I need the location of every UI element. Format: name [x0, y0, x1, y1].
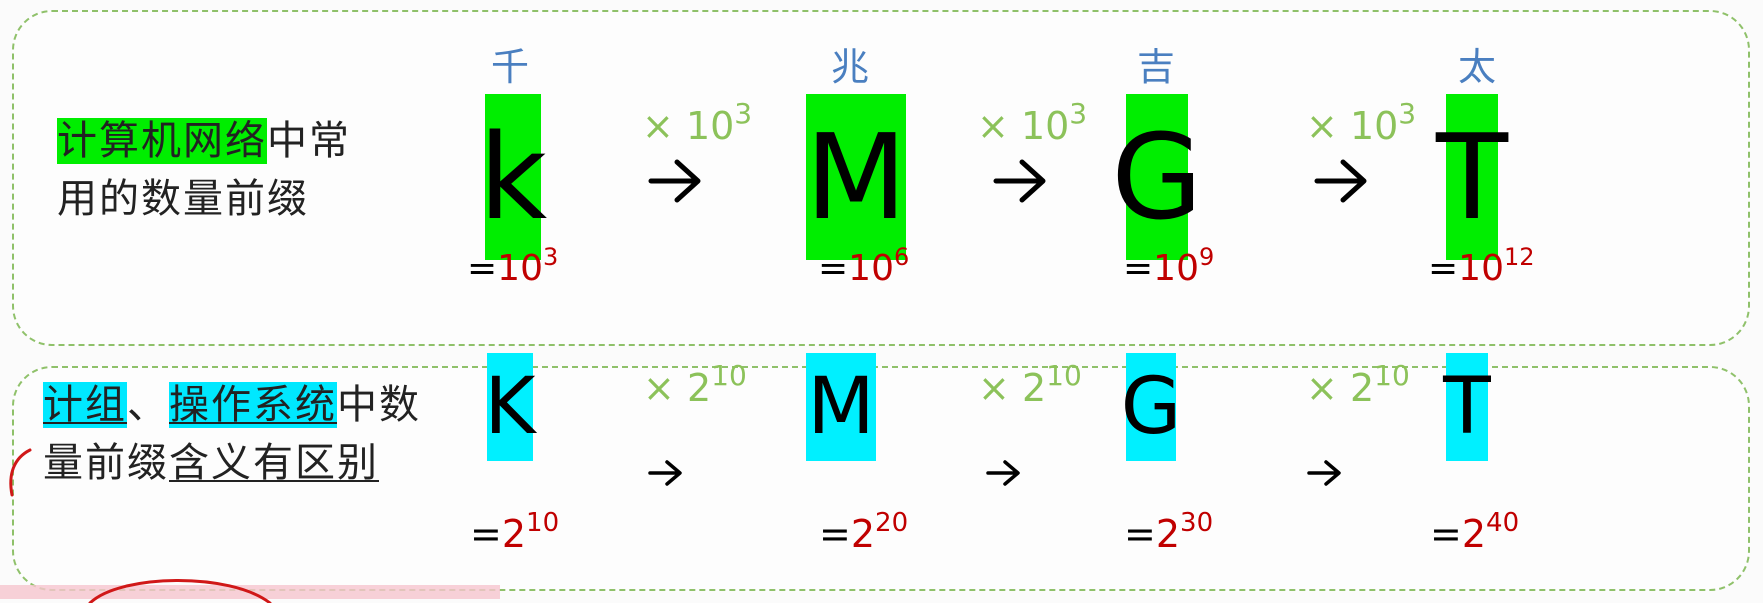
multiplier-exp: 3: [1069, 97, 1088, 130]
multiplier-base: 2: [686, 366, 712, 410]
multiplier-exp: 10: [1046, 359, 1082, 392]
value-binary-G: =230: [1124, 508, 1213, 556]
prefix-chinese-label-mega: 兆: [830, 45, 869, 89]
value-base: 2: [1461, 512, 1487, 556]
description-line-1: 计组、操作系统中数: [43, 376, 421, 434]
multiplier-sign: ×: [977, 104, 1009, 148]
value-exp: 12: [1503, 243, 1535, 271]
prefix-box-binary-M: M: [806, 353, 876, 461]
multiplier-exp: 3: [1398, 97, 1417, 130]
multiplier-binary-G-to-T: × 210: [1306, 359, 1410, 410]
equals-sign: =: [467, 248, 498, 289]
equals-sign: =: [818, 248, 849, 289]
description-line-1-rest: 中数: [337, 382, 421, 428]
equals-sign: =: [470, 512, 502, 556]
value-base: 2: [1155, 512, 1181, 556]
value-exp: 30: [1180, 508, 1214, 538]
equals-sign: =: [1124, 512, 1156, 556]
multiplier-sign: ×: [642, 104, 674, 148]
value-base: 10: [1153, 248, 1199, 289]
multiplier-binary-M-to-G: × 210: [978, 359, 1082, 410]
prefix-letter-binary-T: T: [1443, 362, 1491, 452]
right-arrow-icon: [993, 159, 1046, 203]
multiplier-M-to-G: × 103: [977, 97, 1087, 148]
value-base: 10: [848, 248, 894, 289]
description-line-2-plain: 量前缀: [43, 440, 169, 486]
description-line-1-rest: 中常: [267, 118, 351, 164]
multiplier-base: 10: [1349, 104, 1399, 148]
description-line-2: 用的数量前缀: [57, 176, 309, 222]
prefix-letter-binary-G: G: [1120, 362, 1182, 452]
value-K: =210: [470, 508, 559, 556]
binary-prefix-description: 计组、操作系统中数 量前缀含义有区别: [43, 376, 421, 492]
value-M: =106: [818, 243, 909, 289]
equals-sign: =: [1428, 248, 1459, 289]
multiplier-base: 10: [1020, 104, 1070, 148]
multiplier-sign: ×: [978, 366, 1010, 410]
prefix-box-k: k: [479, 94, 547, 260]
multiplier-sign: ×: [1306, 104, 1338, 148]
right-arrow-icon: [1314, 159, 1367, 203]
prefix-box-M: M: [805, 94, 907, 260]
multiplier-exp: 10: [711, 359, 747, 392]
value-k: =103: [467, 243, 558, 289]
multiplier-k-to-M: × 103: [642, 97, 752, 148]
multiplier-G-to-T: × 103: [1306, 97, 1416, 148]
value-exp: 40: [1486, 508, 1520, 538]
prefix-letter-T: T: [1435, 108, 1509, 246]
multiplier-sign: ×: [643, 366, 675, 410]
multiplier-K-to-M: × 210: [643, 359, 747, 410]
prefix-chinese-label-kilo: 千: [490, 45, 529, 89]
right-arrow-icon: [648, 159, 701, 203]
prefix-letter-binary-M: M: [807, 362, 875, 452]
value-exp: 6: [893, 243, 910, 271]
highlight-computer-network: 计算机网络: [57, 118, 267, 164]
right-arrow-icon: [986, 460, 1020, 486]
value-exp: 20: [875, 508, 909, 538]
prefix-box-K: K: [484, 353, 536, 461]
multiplier-base: 10: [685, 104, 735, 148]
multiplier-exp: 3: [734, 97, 753, 130]
prefix-box-G: G: [1111, 94, 1203, 260]
equals-sign: =: [1430, 512, 1462, 556]
prefix-letter-G: G: [1111, 108, 1203, 246]
value-exp: 3: [542, 243, 559, 271]
description-separator: 、: [127, 382, 169, 428]
value-base: 10: [497, 248, 543, 289]
value-binary-T: =240: [1430, 508, 1519, 556]
prefix-letter-k: k: [478, 108, 548, 246]
prefix-chinese-label-tera: 太: [1457, 45, 1496, 89]
prefix-box-T: T: [1436, 94, 1508, 260]
prefix-box-binary-G: G: [1121, 353, 1181, 461]
value-base: 2: [850, 512, 876, 556]
multiplier-sign: ×: [1306, 366, 1338, 410]
value-exp: 9: [1198, 243, 1215, 271]
highlight-operating-system: 操作系统: [169, 382, 337, 428]
decimal-prefix-description: 计算机网络中常 用的数量前缀: [57, 112, 351, 228]
prefix-letter-K: K: [484, 362, 536, 452]
value-G: =109: [1123, 243, 1214, 289]
prefix-chinese-label-giga: 吉: [1136, 45, 1175, 89]
description-line-2: 量前缀含义有区别: [43, 434, 421, 492]
prefix-letter-M: M: [805, 108, 907, 246]
equals-sign: =: [819, 512, 851, 556]
equals-sign: =: [1123, 248, 1154, 289]
right-arrow-icon: [648, 460, 682, 486]
right-arrow-icon: [1307, 460, 1341, 486]
value-binary-M: =220: [819, 508, 908, 556]
highlight-computer-organization: 计组: [43, 382, 127, 428]
value-exp: 10: [526, 508, 560, 538]
red-pen-stroke: [9, 448, 32, 497]
multiplier-exp: 10: [1374, 359, 1410, 392]
description-line-1: 计算机网络中常: [57, 112, 351, 170]
multiplier-base: 2: [1349, 366, 1375, 410]
value-base: 10: [1458, 248, 1504, 289]
multiplier-base: 2: [1021, 366, 1047, 410]
value-T: =1012: [1428, 243, 1535, 289]
underlined-meaning-differs: 含义有区别: [169, 440, 379, 486]
red-pen-circle-stroke: [88, 579, 272, 603]
value-base: 2: [501, 512, 527, 556]
prefix-box-binary-T: T: [1443, 353, 1491, 461]
